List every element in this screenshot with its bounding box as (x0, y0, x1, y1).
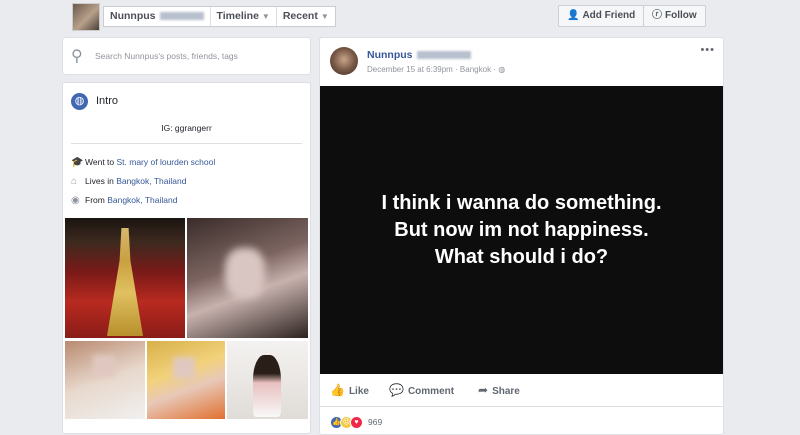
education-item: 🎓 Went to St. mary of lourden school (71, 157, 216, 168)
home-icon: ⌂ (71, 176, 78, 187)
love-reaction-icon: ♥ (350, 415, 363, 429)
tab-recent[interactable]: Recent ▼ (277, 7, 335, 26)
reaction-count: 969 (368, 417, 383, 427)
post-text-line: What should i do? (434, 245, 609, 268)
chevron-down-icon: ▼ (320, 12, 329, 21)
intro-title: Intro (96, 95, 119, 107)
photo-thumbnail[interactable] (187, 218, 308, 338)
post-text-line: But now im not happiness. (394, 218, 649, 241)
intro-bio: IG: ggrangerr (161, 123, 212, 133)
profile-tabs: Nunnpus Timeline ▼ Recent ▼ (103, 6, 336, 27)
globe-icon: ◍ (71, 93, 88, 110)
more-options-icon[interactable]: ••• (700, 44, 715, 56)
post-actions: 👍 Like 💬 Comment ➦ Share (320, 374, 723, 407)
comment-button[interactable]: 💬 Comment (389, 383, 454, 397)
add-friend-button[interactable]: 👤 Add Friend (558, 5, 645, 27)
lives-in-link[interactable]: Bangkok, Thailand (116, 176, 186, 186)
education-link[interactable]: St. mary of lourden school (117, 157, 216, 167)
add-friend-icon: 👤 (567, 10, 580, 21)
follow-button[interactable]: ⓡ Follow (643, 5, 706, 27)
tab-timeline[interactable]: Timeline ▼ (211, 7, 277, 26)
post-text: I think i wanna do something. But now im… (381, 190, 661, 271)
like-button[interactable]: 👍 Like (330, 383, 369, 397)
redacted-surname (416, 51, 471, 60)
divider (71, 143, 302, 144)
graduation-cap-icon: 🎓 (71, 157, 84, 168)
tab-profile-name[interactable]: Nunnpus (104, 7, 211, 26)
post-author-avatar[interactable] (330, 47, 358, 75)
profile-avatar-thumbnail[interactable] (72, 3, 100, 31)
share-button[interactable]: ➦ Share (478, 383, 520, 397)
globe-icon: ◍ (498, 65, 506, 74)
search-icon: ⚲ (71, 48, 83, 65)
chevron-down-icon: ▼ (261, 12, 270, 21)
rss-icon: ⓡ (652, 10, 662, 21)
thumbs-up-icon: 👍 (330, 383, 345, 397)
redacted-surname (159, 12, 204, 21)
photo-thumbnail[interactable] (227, 341, 308, 419)
share-icon: ➦ (478, 383, 489, 397)
post-card: Nunnpus December 15 at 6:39pm · Bangkok … (319, 37, 724, 435)
post-timestamp[interactable]: December 15 at 6:39pm · Bangkok · ◍ (367, 65, 505, 74)
comment-icon: 💬 (389, 383, 404, 397)
post-text-background: I think i wanna do something. But now im… (320, 86, 723, 374)
hometown-item: ◉ From Bangkok, Thailand (71, 195, 178, 206)
hometown-link[interactable]: Bangkok, Thailand (107, 195, 177, 205)
photo-thumbnail[interactable] (65, 218, 185, 338)
post-text-line: I think i wanna do something. (381, 191, 662, 214)
photo-thumbnail[interactable] (65, 341, 145, 419)
search-box[interactable]: ⚲ Search Nunnpus's posts, friends, tags (62, 37, 311, 75)
intro-card: ◍ Intro IG: ggrangerr 🎓 Went to St. mary … (62, 82, 311, 434)
post-author-name[interactable]: Nunnpus (367, 49, 471, 61)
photo-thumbnail[interactable] (147, 341, 225, 419)
location-pin-icon: ◉ (71, 195, 80, 206)
reaction-summary[interactable]: 👍 ☹ ♥ 969 (330, 415, 383, 429)
search-input[interactable]: Search Nunnpus's posts, friends, tags (95, 51, 238, 61)
lives-in-item: ⌂ Lives in Bangkok, Thailand (71, 176, 187, 187)
